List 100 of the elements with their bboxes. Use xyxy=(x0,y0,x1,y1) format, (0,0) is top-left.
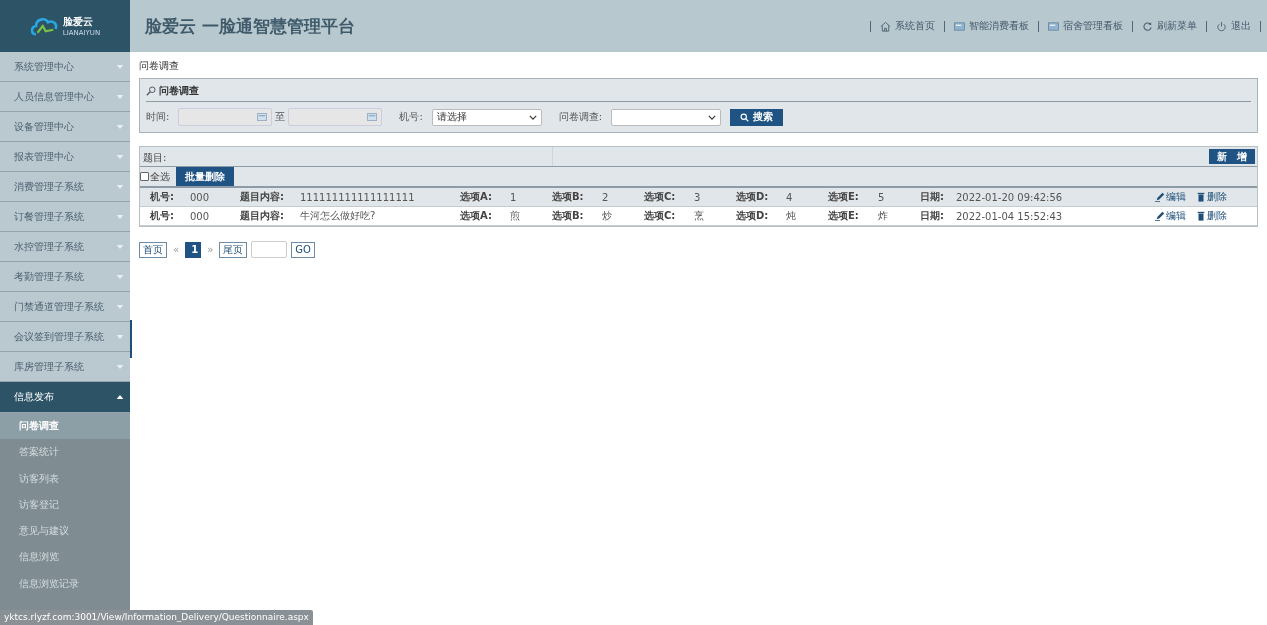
pencil-icon xyxy=(1155,211,1165,221)
calendar-icon xyxy=(257,113,268,121)
menu-item[interactable]: 报表管理中心 xyxy=(0,142,130,172)
field-label: 问卷调查: xyxy=(558,110,603,124)
field-value: 炒 xyxy=(602,209,613,223)
date-field[interactable] xyxy=(178,108,273,126)
caret-icon xyxy=(116,64,124,69)
field-value: 2 xyxy=(602,191,610,203)
panel-title: 问卷调查 xyxy=(159,84,199,98)
field-label: 机号: xyxy=(399,110,423,124)
table-row[interactable]: 机号: 000 题目内容: 牛河怎么做好吃? 选项A: 煎 选项B: 炒 选项C: 烹 选项D: 炖 选项E: 炸 日期: 2022-01-04 15:52:43 编辑 删除 xyxy=(140,207,1257,226)
field-label: 选项D: xyxy=(735,190,770,204)
delete-link[interactable]: 删除 xyxy=(1196,209,1227,223)
logo-text: 脸爱云 xyxy=(62,15,93,29)
splitter-handle[interactable] xyxy=(130,320,132,358)
field-value: 3 xyxy=(694,191,702,203)
monitor-icon xyxy=(1048,20,1059,32)
search-button[interactable]: 搜索 xyxy=(730,108,784,126)
previous-page-link[interactable]: « xyxy=(171,244,182,255)
field-label: 选项A: xyxy=(459,190,493,204)
field-label: 选项E: xyxy=(827,190,860,204)
menu-item[interactable]: 信息发布 xyxy=(0,382,130,413)
field-label: 选项E: xyxy=(827,209,860,223)
field-label: 时间: xyxy=(146,110,170,124)
field-value: 1 xyxy=(510,191,518,203)
field-value: 000 xyxy=(190,210,211,222)
caret-icon xyxy=(116,304,124,309)
add-button[interactable]: 新 增 xyxy=(1209,149,1255,164)
menu-item[interactable]: 会议签到管理子系统 xyxy=(0,322,130,352)
field-label: 机号: xyxy=(149,209,175,223)
field-value: 炖 xyxy=(786,209,797,223)
trash-icon xyxy=(1196,211,1206,221)
topic-label: 题目: xyxy=(140,147,553,166)
monitor-icon xyxy=(954,20,965,32)
first-page-button[interactable]: 首页 xyxy=(139,241,167,258)
caret-icon xyxy=(116,395,124,399)
menu-item[interactable]: 系统管理中心 xyxy=(0,52,130,82)
date-field[interactable] xyxy=(288,108,383,126)
go-button[interactable]: GO xyxy=(291,241,315,258)
delete-link[interactable]: 删除 xyxy=(1196,190,1227,204)
field-value: 5 xyxy=(878,191,886,203)
app-title: 脸爱云 一脸通智慧管理平台 xyxy=(145,14,356,38)
field-label: 选项C: xyxy=(643,190,677,204)
edit-link[interactable]: 编辑 xyxy=(1155,190,1186,204)
caret-icon xyxy=(116,184,124,189)
menu-item[interactable]: 人员信息管理中心 xyxy=(0,82,130,112)
pencil-icon xyxy=(1155,192,1165,202)
field-value: 炸 xyxy=(878,209,889,223)
submenu-item[interactable]: 信息浏览 xyxy=(0,544,130,571)
nav-link[interactable]: 系统首页 xyxy=(870,20,944,32)
field-label: 至 xyxy=(275,110,286,124)
caret-icon xyxy=(116,154,124,159)
caret-icon xyxy=(116,124,124,129)
power-icon xyxy=(1216,20,1227,32)
batch-delete-button[interactable]: 批量删除 xyxy=(176,167,234,186)
field-label: 选项B: xyxy=(551,209,585,223)
refresh-icon xyxy=(1142,20,1153,32)
caret-icon xyxy=(116,274,124,279)
nav-link[interactable]: 退出 xyxy=(1206,20,1261,32)
survey-dropdown[interactable] xyxy=(611,108,722,126)
page-number[interactable]: 1 xyxy=(185,241,202,258)
field-label: 题目内容: xyxy=(239,209,285,223)
last-page-button[interactable]: 尾页 xyxy=(219,241,248,258)
menu-item[interactable]: 订餐管理子系统 xyxy=(0,202,130,232)
caret-icon xyxy=(116,214,124,219)
caret-icon xyxy=(116,94,124,99)
caret-icon xyxy=(116,244,124,249)
menu-item[interactable]: 水控管理子系统 xyxy=(0,232,130,262)
nav-link[interactable]: 刷新菜单 xyxy=(1132,20,1206,32)
table-row[interactable]: 机号: 000 题目内容: 111111111111111111 选项A: 1 选项B: 2 选项C: 3 选项D: 4 选项E: 5 日期: 2022-01-20 09:42:56 编辑 删除 xyxy=(140,188,1257,207)
submenu-item[interactable]: 意见与建议 xyxy=(0,518,130,545)
calendar-icon xyxy=(367,113,378,121)
page-input[interactable] xyxy=(251,241,288,258)
field-label: 机号: xyxy=(149,190,175,204)
search-icon xyxy=(740,112,750,122)
submenu-item[interactable]: 访客列表 xyxy=(0,465,130,492)
field-label: 选项C: xyxy=(643,209,677,223)
machine-dropdown[interactable]: 请选择 xyxy=(431,108,542,126)
menu-item[interactable]: 消费管理子系统 xyxy=(0,172,130,202)
chevron-down-icon xyxy=(528,114,537,120)
next-page-link[interactable]: » xyxy=(205,244,216,255)
submenu-item[interactable]: 访客登记 xyxy=(0,491,130,519)
field-label: 选项D: xyxy=(735,209,770,223)
field-label: 题目内容: xyxy=(239,190,285,204)
menu-item[interactable]: 考勤管理子系统 xyxy=(0,262,130,292)
search-icon xyxy=(146,86,156,96)
nav-link[interactable]: 宿舍管理看板 xyxy=(1038,20,1132,32)
submenu-item[interactable]: 问卷调查 xyxy=(0,413,130,440)
field-value: 牛河怎么做好吃? xyxy=(300,209,377,223)
menu-item[interactable]: 门禁通道管理子系统 xyxy=(0,292,130,322)
breadcrumb: 问卷调查 xyxy=(139,59,180,73)
submenu-item[interactable]: 答案统计 xyxy=(0,439,130,466)
nav-link[interactable]: 智能消费看板 xyxy=(944,20,1038,32)
submenu-item[interactable]: 信息浏览记录 xyxy=(0,570,130,598)
menu-item[interactable]: 库房管理子系统 xyxy=(0,352,130,382)
field-value: 111111111111111111 xyxy=(300,191,416,203)
field-label: 日期: xyxy=(919,190,945,204)
select-all-checkbox[interactable]: 全选 xyxy=(140,169,176,184)
menu-item[interactable]: 设备管理中心 xyxy=(0,112,130,142)
edit-link[interactable]: 编辑 xyxy=(1155,209,1186,223)
